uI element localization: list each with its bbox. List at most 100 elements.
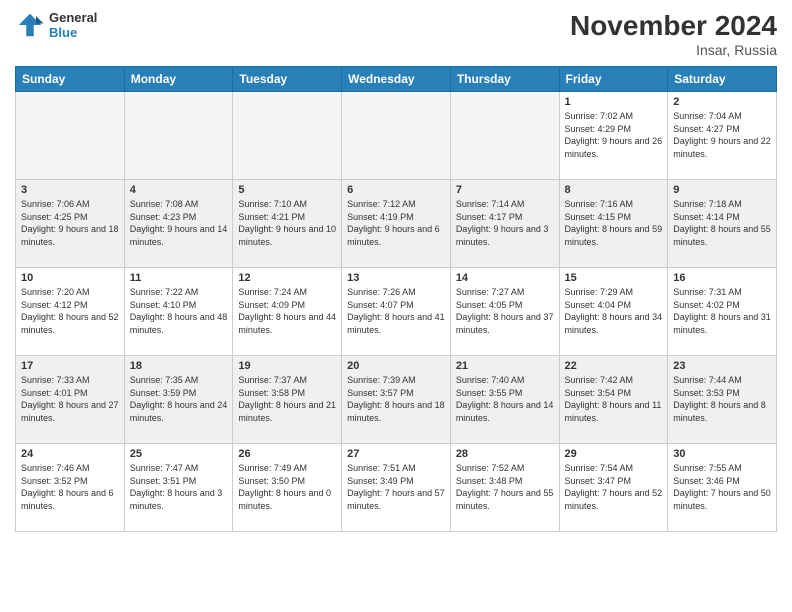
day-info: Sunrise: 7:54 AM Sunset: 3:47 PM Dayligh… <box>565 462 663 512</box>
day-info: Sunrise: 7:22 AM Sunset: 4:10 PM Dayligh… <box>130 286 228 336</box>
calendar: SundayMondayTuesdayWednesdayThursdayFrid… <box>15 66 777 532</box>
header-saturday: Saturday <box>668 67 777 92</box>
day-cell <box>124 92 233 180</box>
day-info: Sunrise: 7:10 AM Sunset: 4:21 PM Dayligh… <box>238 198 336 248</box>
day-number: 7 <box>456 184 554 196</box>
title-section: November 2024 Insar, Russia <box>570 10 777 58</box>
header-monday: Monday <box>124 67 233 92</box>
day-number: 27 <box>347 448 445 460</box>
day-cell: 24Sunrise: 7:46 AM Sunset: 3:52 PM Dayli… <box>16 444 125 532</box>
day-cell: 5 Sunrise: 7:10 AM Sunset: 4:21 PM Daylig… <box>233 180 342 268</box>
day-cell: 7 Sunrise: 7:14 AM Sunset: 4:17 PM Daylig… <box>450 180 559 268</box>
day-info: Sunrise: 7:16 AM Sunset: 4:15 PM Dayligh… <box>565 198 663 248</box>
day-info: Sunrise: 7:46 AM Sunset: 3:52 PM Dayligh… <box>21 462 119 512</box>
day-number: 30 <box>673 448 771 460</box>
day-cell: 15 Sunrise: 7:29 AM Sunset: 4:04 PM Dayli… <box>559 268 668 356</box>
day-cell: 17 Sunrise: 7:33 AM Sunset: 4:01 PM Dayli… <box>16 356 125 444</box>
day-cell: 27 Sunrise: 7:51 AM Sunset: 3:49 PM Dayli… <box>342 444 451 532</box>
day-number: 25 <box>130 448 228 460</box>
day-number: 12 <box>238 272 336 284</box>
day-cell: 1Sunrise: 7:02 AM Sunset: 4:29 PM Daylig… <box>559 92 668 180</box>
day-number: 13 <box>347 272 445 284</box>
week-row-4: 24Sunrise: 7:46 AM Sunset: 3:52 PM Dayli… <box>16 444 777 532</box>
day-info: Sunrise: 7:02 AM Sunset: 4:29 PM Dayligh… <box>565 110 663 160</box>
day-number: 2 <box>673 96 771 108</box>
header: General Blue November 2024 Insar, Russia <box>15 10 777 58</box>
day-cell: 18Sunrise: 7:35 AM Sunset: 3:59 PM Dayli… <box>124 356 233 444</box>
day-info: Sunrise: 7:42 AM Sunset: 3:54 PM Dayligh… <box>565 374 663 424</box>
logo: General Blue <box>15 10 97 40</box>
day-cell: 9Sunrise: 7:18 AM Sunset: 4:14 PM Daylig… <box>668 180 777 268</box>
day-cell: 8 Sunrise: 7:16 AM Sunset: 4:15 PM Daylig… <box>559 180 668 268</box>
day-info: Sunrise: 7:06 AM Sunset: 4:25 PM Dayligh… <box>21 198 119 248</box>
day-cell: 3 Sunrise: 7:06 AM Sunset: 4:25 PM Daylig… <box>16 180 125 268</box>
day-info: Sunrise: 7:49 AM Sunset: 3:50 PM Dayligh… <box>238 462 336 512</box>
month-title: November 2024 <box>570 10 777 42</box>
day-number: 15 <box>565 272 663 284</box>
day-cell: 30 Sunrise: 7:55 AM Sunset: 3:46 PM Dayli… <box>668 444 777 532</box>
week-row-1: 3 Sunrise: 7:06 AM Sunset: 4:25 PM Daylig… <box>16 180 777 268</box>
day-info: Sunrise: 7:52 AM Sunset: 3:48 PM Dayligh… <box>456 462 554 512</box>
day-info: Sunrise: 7:18 AM Sunset: 4:14 PM Dayligh… <box>673 198 771 248</box>
logo-text: General Blue <box>49 10 97 40</box>
day-cell: 21 Sunrise: 7:40 AM Sunset: 3:55 PM Dayli… <box>450 356 559 444</box>
day-info: Sunrise: 7:08 AM Sunset: 4:23 PM Dayligh… <box>130 198 228 248</box>
day-number: 14 <box>456 272 554 284</box>
location: Insar, Russia <box>570 42 777 58</box>
day-info: Sunrise: 7:40 AM Sunset: 3:55 PM Dayligh… <box>456 374 554 424</box>
day-cell: 14Sunrise: 7:27 AM Sunset: 4:05 PM Dayli… <box>450 268 559 356</box>
day-number: 29 <box>565 448 663 460</box>
day-cell: 10 Sunrise: 7:20 AM Sunset: 4:12 PM Dayli… <box>16 268 125 356</box>
day-info: Sunrise: 7:37 AM Sunset: 3:58 PM Dayligh… <box>238 374 336 424</box>
day-info: Sunrise: 7:14 AM Sunset: 4:17 PM Dayligh… <box>456 198 554 248</box>
day-number: 10 <box>21 272 119 284</box>
day-info: Sunrise: 7:12 AM Sunset: 4:19 PM Dayligh… <box>347 198 445 248</box>
day-number: 6 <box>347 184 445 196</box>
day-cell: 4 Sunrise: 7:08 AM Sunset: 4:23 PM Daylig… <box>124 180 233 268</box>
day-number: 22 <box>565 360 663 372</box>
day-number: 17 <box>21 360 119 372</box>
header-wednesday: Wednesday <box>342 67 451 92</box>
day-cell: 23Sunrise: 7:44 AM Sunset: 3:53 PM Dayli… <box>668 356 777 444</box>
logo-general: General <box>49 10 97 25</box>
day-number: 11 <box>130 272 228 284</box>
day-cell <box>342 92 451 180</box>
day-number: 8 <box>565 184 663 196</box>
day-cell: 29 Sunrise: 7:54 AM Sunset: 3:47 PM Dayli… <box>559 444 668 532</box>
day-cell <box>233 92 342 180</box>
day-cell: 16Sunrise: 7:31 AM Sunset: 4:02 PM Dayli… <box>668 268 777 356</box>
logo-icon <box>15 10 45 40</box>
header-thursday: Thursday <box>450 67 559 92</box>
header-tuesday: Tuesday <box>233 67 342 92</box>
day-info: Sunrise: 7:33 AM Sunset: 4:01 PM Dayligh… <box>21 374 119 424</box>
day-number: 4 <box>130 184 228 196</box>
day-number: 16 <box>673 272 771 284</box>
day-info: Sunrise: 7:47 AM Sunset: 3:51 PM Dayligh… <box>130 462 228 512</box>
day-cell: 6 Sunrise: 7:12 AM Sunset: 4:19 PM Daylig… <box>342 180 451 268</box>
header-sunday: Sunday <box>16 67 125 92</box>
day-cell: 28 Sunrise: 7:52 AM Sunset: 3:48 PM Dayli… <box>450 444 559 532</box>
day-info: Sunrise: 7:55 AM Sunset: 3:46 PM Dayligh… <box>673 462 771 512</box>
day-number: 5 <box>238 184 336 196</box>
day-cell: 26 Sunrise: 7:49 AM Sunset: 3:50 PM Dayli… <box>233 444 342 532</box>
week-row-0: 1Sunrise: 7:02 AM Sunset: 4:29 PM Daylig… <box>16 92 777 180</box>
day-cell: 11 Sunrise: 7:22 AM Sunset: 4:10 PM Dayli… <box>124 268 233 356</box>
week-row-2: 10 Sunrise: 7:20 AM Sunset: 4:12 PM Dayli… <box>16 268 777 356</box>
day-info: Sunrise: 7:29 AM Sunset: 4:04 PM Dayligh… <box>565 286 663 336</box>
day-cell: 12 Sunrise: 7:24 AM Sunset: 4:09 PM Dayli… <box>233 268 342 356</box>
day-cell <box>450 92 559 180</box>
day-info: Sunrise: 7:24 AM Sunset: 4:09 PM Dayligh… <box>238 286 336 336</box>
day-number: 3 <box>21 184 119 196</box>
day-number: 21 <box>456 360 554 372</box>
day-number: 26 <box>238 448 336 460</box>
day-info: Sunrise: 7:44 AM Sunset: 3:53 PM Dayligh… <box>673 374 771 424</box>
day-cell: 19Sunrise: 7:37 AM Sunset: 3:58 PM Dayli… <box>233 356 342 444</box>
day-info: Sunrise: 7:51 AM Sunset: 3:49 PM Dayligh… <box>347 462 445 512</box>
day-number: 28 <box>456 448 554 460</box>
day-info: Sunrise: 7:20 AM Sunset: 4:12 PM Dayligh… <box>21 286 119 336</box>
logo-blue: Blue <box>49 25 97 40</box>
day-number: 20 <box>347 360 445 372</box>
page: General Blue November 2024 Insar, Russia… <box>0 0 792 612</box>
day-info: Sunrise: 7:39 AM Sunset: 3:57 PM Dayligh… <box>347 374 445 424</box>
day-info: Sunrise: 7:35 AM Sunset: 3:59 PM Dayligh… <box>130 374 228 424</box>
